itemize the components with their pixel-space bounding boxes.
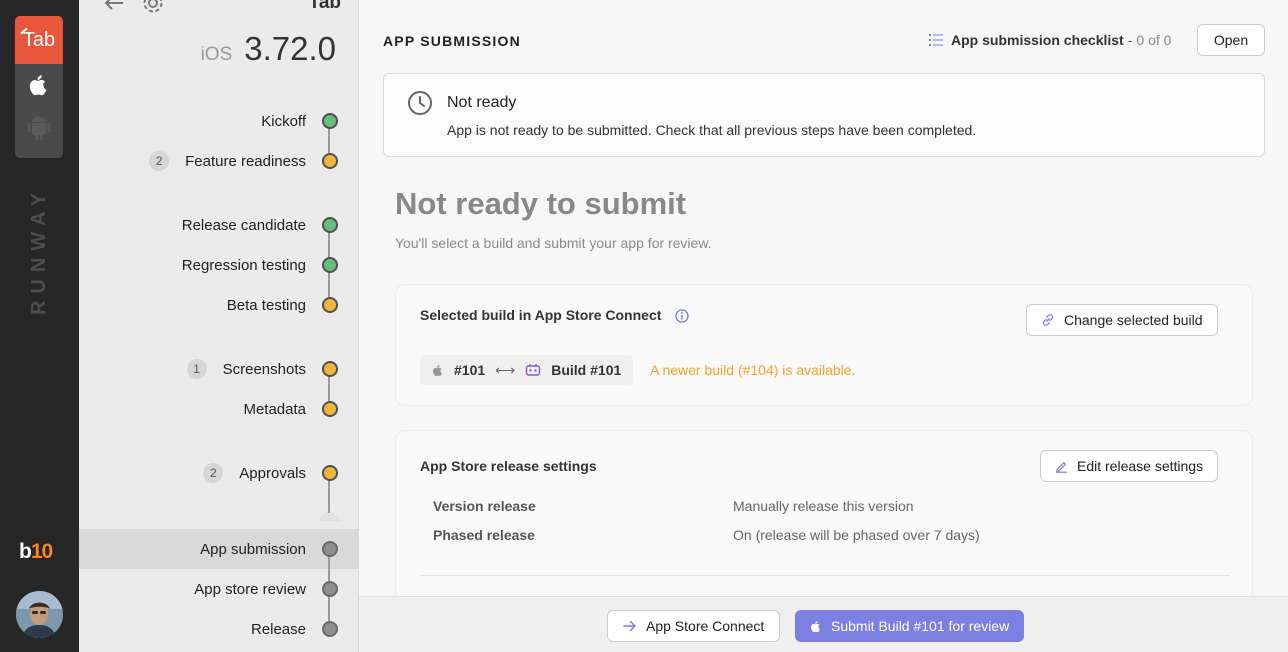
main-panel: APP SUBMISSION App submission checklist …	[359, 0, 1288, 652]
submission-heading: Not ready to submit	[395, 186, 687, 221]
pencil-icon	[1056, 461, 1067, 473]
step-label: Kickoff	[261, 112, 306, 130]
step-count-badge: 2	[149, 151, 170, 171]
notice-title: Not ready	[447, 94, 517, 111]
setting-key: Phased release	[433, 527, 535, 543]
step-count-badge: 1	[186, 359, 207, 379]
status-dot	[322, 401, 338, 417]
list-icon	[929, 34, 943, 46]
status-dot	[322, 257, 338, 273]
submit-label: Submit Build #101 for review	[831, 618, 1010, 634]
step-release[interactable]: Release	[251, 617, 338, 641]
step-label: Feature readiness	[185, 152, 306, 170]
android-platform-icon[interactable]	[15, 106, 63, 148]
setting-key: Version release	[433, 498, 536, 514]
app-store-connect-button[interactable]: App Store Connect	[607, 610, 781, 642]
edit-release-settings-button[interactable]: Edit release settings	[1040, 450, 1219, 482]
step-label: Approvals	[239, 464, 306, 482]
status-dot	[322, 465, 338, 481]
step-screenshots[interactable]: 1 Screenshots	[186, 357, 338, 381]
step-label: Metadata	[243, 400, 306, 418]
change-build-label: Change selected build	[1064, 312, 1203, 328]
status-dot	[322, 297, 338, 313]
app-switcher: Tab	[15, 16, 63, 158]
status-dot	[322, 621, 338, 637]
apple-icon	[433, 364, 442, 376]
edit-release-label: Edit release settings	[1077, 458, 1204, 474]
status-dot	[322, 217, 338, 233]
change-selected-build-button[interactable]: Change selected build	[1026, 304, 1218, 336]
release-version: iOS 3.72.0	[201, 30, 336, 68]
status-dot	[322, 581, 338, 597]
step-metadata[interactable]: Metadata	[243, 397, 338, 421]
step-approvals[interactable]: 2 Approvals	[203, 461, 338, 485]
checklist-link[interactable]: App submission checklist - 0 of 0	[929, 32, 1171, 48]
notice-description: App is not ready to be submitted. Check …	[447, 122, 977, 138]
runway-wordmark: RUNWAY	[28, 185, 51, 315]
step-count-badge: 2	[203, 463, 224, 483]
checklist-separator: -	[1127, 32, 1133, 48]
build-pipeline-icon	[526, 364, 541, 376]
not-ready-notice: Not ready App is not ready to be submitt…	[383, 73, 1265, 157]
status-dot	[322, 113, 338, 129]
version-number: 3.72.0	[244, 30, 336, 67]
open-checklist-button[interactable]: Open	[1197, 24, 1265, 56]
user-avatar[interactable]	[16, 591, 63, 638]
action-footer: App Store Connect Submit Build #101 for …	[359, 596, 1288, 652]
checklist-count: 0 of 0	[1136, 32, 1172, 48]
app-rail: Tab RUNWAY b10	[0, 0, 79, 652]
setting-value: On (release will be phased over 7 days)	[733, 527, 980, 543]
page-title: APP SUBMISSION	[383, 33, 521, 49]
checklist-label: App submission checklist	[951, 32, 1124, 48]
submit-for-review-button[interactable]: Submit Build #101 for review	[795, 610, 1025, 642]
step-label: Regression testing	[181, 256, 306, 274]
step-feature-readiness[interactable]: 2 Feature readiness	[149, 149, 338, 173]
app-name: Tab	[308, 0, 341, 13]
step-label: Beta testing	[226, 296, 306, 314]
link-arrow-icon: ⟷	[495, 361, 516, 378]
step-label: Screenshots	[222, 360, 306, 378]
step-app-store-review[interactable]: App store review	[194, 577, 338, 601]
sidebar-toolbar: Tab	[101, 0, 341, 16]
setting-value: Manually release this version	[733, 498, 914, 514]
release-settings-card: App Store release settings Edit release …	[395, 430, 1253, 610]
step-release-candidate[interactable]: Release candidate	[182, 213, 338, 237]
apple-icon	[811, 620, 820, 632]
clock-icon	[408, 91, 432, 115]
divider	[420, 575, 1230, 576]
status-dot	[322, 541, 338, 557]
app-tab-label: Tab	[22, 28, 56, 51]
release-sidebar: Tab iOS 3.72.0 Kickoff 2 Feature readine…	[79, 0, 359, 652]
arrow-right-icon	[623, 620, 636, 632]
link-icon	[1042, 314, 1054, 326]
step-kickoff[interactable]: Kickoff	[261, 109, 338, 133]
step-label: Release candidate	[181, 216, 306, 234]
step-regression-testing[interactable]: Regression testing	[182, 253, 338, 277]
release-settings-title: App Store release settings	[420, 458, 597, 474]
step-label: App submission	[200, 540, 306, 558]
ci-build-label: Build #101	[551, 362, 622, 378]
back-arrow-icon[interactable]	[103, 0, 125, 12]
submission-subtitle: You'll select a build and submit your ap…	[395, 235, 712, 251]
platform-label: iOS	[200, 44, 233, 65]
step-app-submission[interactable]: App submission	[200, 537, 338, 561]
info-icon[interactable]	[675, 309, 689, 323]
step-label: Release	[250, 620, 306, 638]
status-dot	[322, 361, 338, 377]
gear-icon[interactable]	[141, 0, 165, 14]
app-store-connect-label: App Store Connect	[646, 618, 765, 634]
selected-build-chip: #101 ⟷ Build #101	[420, 355, 634, 385]
selected-build-title: Selected build in App Store Connect	[420, 307, 662, 323]
app-tab-logo[interactable]: Tab	[15, 16, 63, 64]
card-title: Selected build in App Store Connect	[420, 307, 689, 323]
status-dot	[322, 153, 338, 169]
step-beta-testing[interactable]: Beta testing	[227, 293, 338, 317]
b10-logo[interactable]: b10	[19, 540, 53, 564]
selected-build-card: Selected build in App Store Connect Chan…	[395, 284, 1253, 406]
step-label: App store review	[194, 580, 306, 598]
newer-build-warning: A newer build (#104) is available.	[650, 362, 856, 378]
app-store-build-number: #101	[454, 362, 486, 378]
apple-platform-icon[interactable]	[15, 64, 63, 106]
